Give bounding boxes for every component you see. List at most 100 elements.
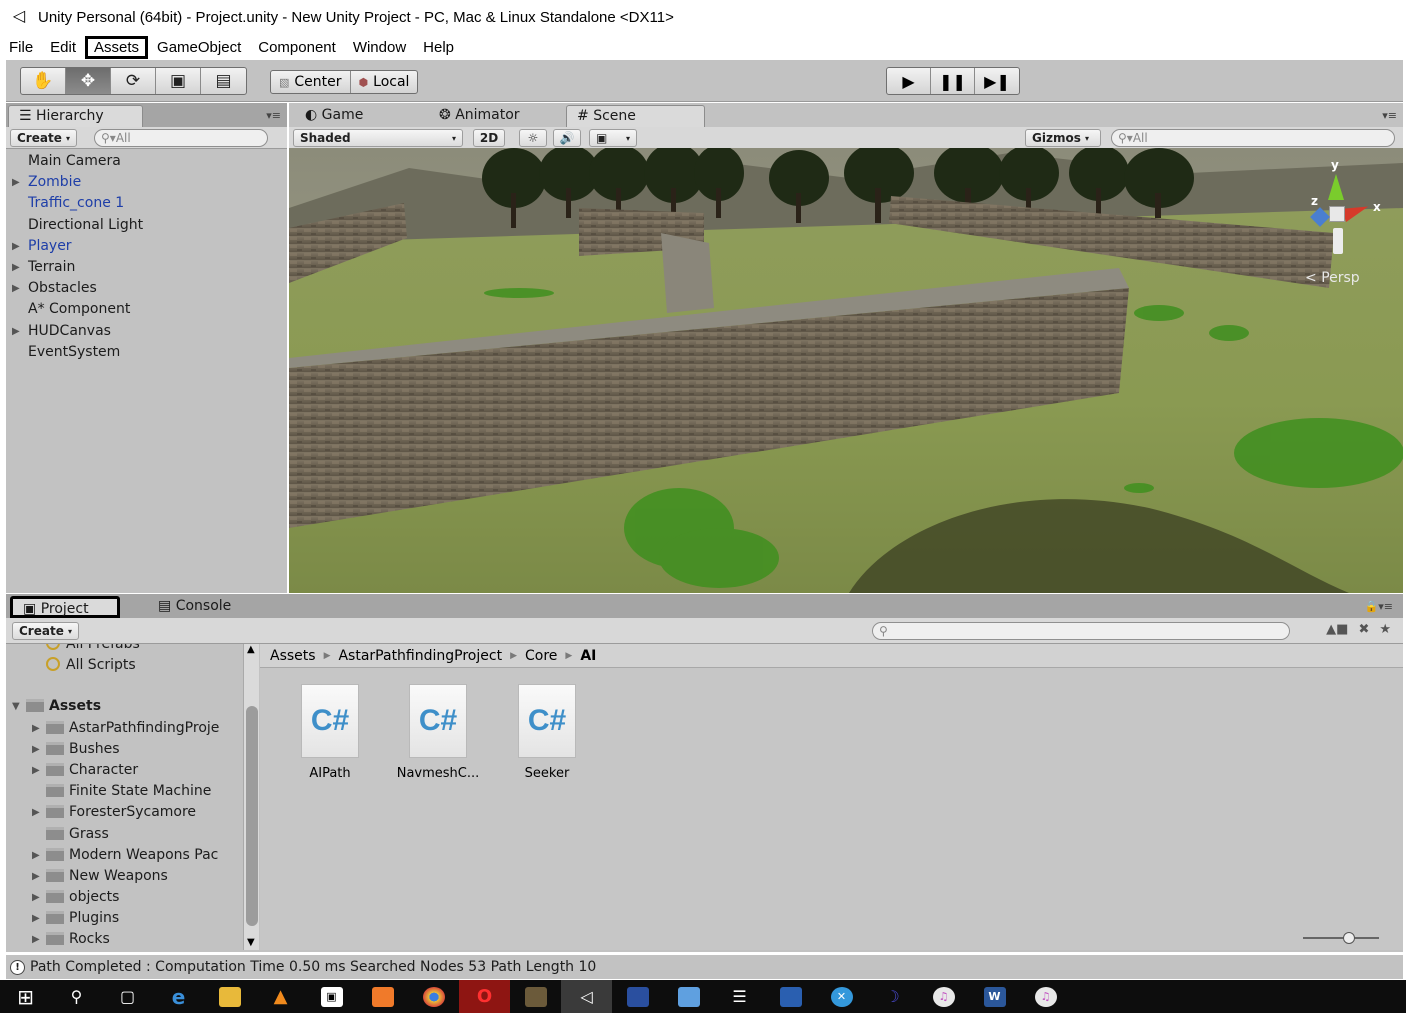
folder-item[interactable]: ▶ objects: [6, 887, 243, 908]
menu-component[interactable]: Component: [250, 37, 344, 58]
favorite-star-icon[interactable]: ★: [1379, 622, 1391, 637]
lighting-toggle[interactable]: ☼: [519, 129, 547, 147]
effects-dropdown[interactable]: ▣ ▾: [589, 129, 637, 147]
cube-app-button[interactable]: [663, 980, 714, 1013]
expand-arrow-icon[interactable]: ▶: [12, 257, 20, 278]
gizmos-dropdown[interactable]: Gizmos ▾: [1025, 129, 1101, 147]
axis-x-cone[interactable]: [1341, 199, 1371, 223]
scene-orientation-gizmo[interactable]: y z x < Persp: [1301, 158, 1391, 298]
vlc-button[interactable]: ▲: [255, 980, 306, 1013]
folder-item[interactable]: ▶ Rocks: [6, 929, 243, 950]
favorite-all-scripts[interactable]: All Scripts: [6, 655, 243, 676]
axis-y-cone[interactable]: [1328, 174, 1344, 200]
search-button[interactable]: ⚲: [51, 980, 102, 1013]
folder-item[interactable]: ▶ ForesterSycamore: [6, 802, 243, 823]
tab-console[interactable]: ▤ Console: [148, 596, 241, 618]
tab-animator[interactable]: ❂ Animator: [429, 105, 530, 127]
breadcrumb-assets[interactable]: Assets: [270, 648, 316, 664]
chrome-button[interactable]: [408, 980, 459, 1013]
breadcrumb-astar[interactable]: AstarPathfindingProject: [338, 648, 502, 664]
scene-viewport[interactable]: y z x < Persp: [289, 148, 1403, 593]
icon-size-slider[interactable]: [1303, 932, 1383, 944]
move-tool-button[interactable]: ✥: [66, 68, 111, 94]
tab-project[interactable]: ▣ Project: [10, 596, 120, 618]
axis-z-cone[interactable]: [1310, 207, 1330, 227]
opera-button[interactable]: O: [459, 980, 510, 1013]
breadcrumb-core[interactable]: Core: [525, 648, 557, 664]
slider-knob[interactable]: [1343, 932, 1355, 944]
store-button[interactable]: ▣: [306, 980, 357, 1013]
shading-mode-dropdown[interactable]: Shaded ▾: [293, 129, 463, 147]
project-create-dropdown[interactable]: Create ▾: [12, 622, 80, 640]
asset-aipath[interactable]: C# AIPath: [280, 684, 380, 781]
xamarin-button[interactable]: ✕: [816, 980, 867, 1013]
rect-tool-button[interactable]: ▤: [201, 68, 246, 94]
expand-arrow-icon[interactable]: ▶: [32, 802, 40, 823]
hierarchy-item[interactable]: Traffic_cone 1: [6, 193, 287, 214]
menu-file[interactable]: File: [1, 37, 41, 58]
folder-item[interactable]: ▶ New Weapons: [6, 866, 243, 887]
edge-button[interactable]: e: [153, 980, 204, 1013]
paint-button[interactable]: [357, 980, 408, 1013]
folder-item[interactable]: Finite State Machine: [6, 781, 243, 802]
menu-gameobject[interactable]: GameObject: [149, 37, 249, 58]
folder-item[interactable]: ▶ AstarPathfindingProje: [6, 718, 243, 739]
hand-tool-button[interactable]: ✋: [21, 68, 66, 94]
task-view-button[interactable]: ▢: [102, 980, 153, 1013]
scale-tool-button[interactable]: ▣: [156, 68, 201, 94]
hierarchy-create-dropdown[interactable]: Create ▾: [10, 129, 78, 147]
hierarchy-item[interactable]: ▶ Player: [6, 236, 287, 257]
axis-neg-y-cone[interactable]: [1333, 228, 1343, 254]
favorite-all-prefabs[interactable]: All Prefabs: [6, 644, 243, 655]
hierarchy-item[interactable]: ▶ Terrain: [6, 257, 287, 278]
itunes-button-2[interactable]: ♫: [1020, 980, 1071, 1013]
windows-start-button[interactable]: ⊞: [0, 980, 51, 1013]
folder-item[interactable]: ▶ Bushes: [6, 739, 243, 760]
status-bar[interactable]: ! Path Completed : Computation Time 0.50…: [6, 955, 1403, 979]
menu-edit[interactable]: Edit: [42, 37, 84, 58]
itunes-button[interactable]: ♫: [918, 980, 969, 1013]
expand-arrow-icon[interactable]: ▶: [32, 718, 40, 739]
step-button[interactable]: ▶❚: [975, 68, 1019, 94]
hierarchy-item[interactable]: ▶ Zombie: [6, 172, 287, 193]
tab-hierarchy[interactable]: ☰ Hierarchy: [8, 105, 143, 127]
tab-menu-icon[interactable]: ▾≡: [266, 109, 281, 122]
menu-window[interactable]: Window: [345, 37, 414, 58]
folder-item[interactable]: ▶ Character: [6, 760, 243, 781]
expand-arrow-icon[interactable]: ▶: [12, 321, 20, 342]
filter-by-label-icon[interactable]: ✖: [1358, 622, 1369, 637]
expand-arrow-icon[interactable]: ▶: [32, 866, 40, 887]
menu-help[interactable]: Help: [415, 37, 462, 58]
hierarchy-item[interactable]: Main Camera: [6, 151, 287, 172]
pivot-center-button[interactable]: ▧ Center: [271, 71, 351, 93]
rotate-tool-button[interactable]: ⟳: [111, 68, 156, 94]
expand-arrow-icon[interactable]: ▼: [12, 696, 20, 717]
folder-tree-scrollbar[interactable]: ▲ ▼: [243, 644, 259, 950]
play-button[interactable]: ▶: [887, 68, 931, 94]
project-search-input[interactable]: ⚲: [872, 622, 1290, 640]
expand-arrow-icon[interactable]: ▶: [32, 845, 40, 866]
scrollbar-thumb[interactable]: [246, 706, 258, 926]
hierarchy-item[interactable]: A* Component: [6, 299, 287, 320]
package-button[interactable]: [510, 980, 561, 1013]
hierarchy-item[interactable]: ▶ HUDCanvas: [6, 321, 287, 342]
tab-scene[interactable]: # Scene: [566, 105, 705, 127]
folder-item[interactable]: Grass: [6, 824, 243, 845]
dosbox-button[interactable]: [612, 980, 663, 1013]
expand-arrow-icon[interactable]: ▶: [12, 172, 20, 193]
unity-button[interactable]: ◁: [561, 980, 612, 1013]
file-explorer-button[interactable]: [204, 980, 255, 1013]
persp-indicator[interactable]: < Persp: [1305, 270, 1360, 286]
gizmo-center-cube[interactable]: [1329, 206, 1345, 222]
2d-toggle[interactable]: 2D: [473, 129, 505, 147]
assets-root-folder[interactable]: ▼ Assets: [6, 696, 243, 717]
pause-button[interactable]: ❚❚: [931, 68, 975, 94]
hierarchy-item[interactable]: Directional Light: [6, 215, 287, 236]
filter-by-type-icon[interactable]: ▲■: [1326, 622, 1348, 637]
virtualbox-button[interactable]: [765, 980, 816, 1013]
expand-arrow-icon[interactable]: ▶: [32, 929, 40, 950]
pivot-local-button[interactable]: ⬢ Local: [351, 71, 418, 93]
hierarchy-item[interactable]: ▶ Obstacles: [6, 278, 287, 299]
hierarchy-search-input[interactable]: ⚲▾ All: [94, 129, 268, 147]
link-app-button[interactable]: ☰: [714, 980, 765, 1013]
